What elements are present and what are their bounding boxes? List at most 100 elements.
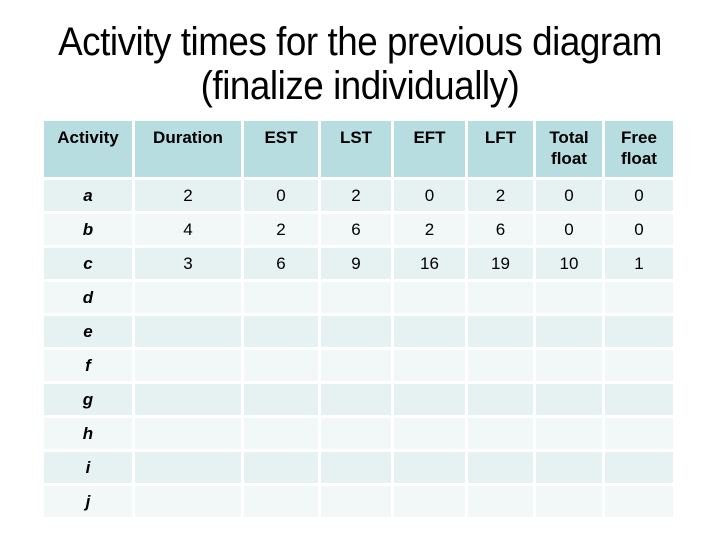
cell-total-float: 0 — [536, 214, 602, 245]
cell-est — [244, 418, 318, 449]
cell-duration — [135, 384, 241, 415]
cell-est — [244, 486, 318, 517]
header-lft: LFT — [468, 121, 533, 177]
table-row: h — [44, 418, 673, 449]
cell-lft — [468, 418, 533, 449]
cell-eft — [394, 452, 465, 483]
cell-duration — [135, 350, 241, 381]
cell-activity: e — [44, 316, 132, 347]
cell-lft: 6 — [468, 214, 533, 245]
table-header-row: Activity Duration EST LST EFT LFT Total … — [44, 121, 673, 177]
cell-eft: 0 — [394, 180, 465, 211]
cell-eft — [394, 316, 465, 347]
cell-est — [244, 282, 318, 313]
cell-total-float — [536, 452, 602, 483]
cell-lft — [468, 316, 533, 347]
cell-eft — [394, 384, 465, 415]
cell-total-float: 10 — [536, 248, 602, 279]
table-row: f — [44, 350, 673, 381]
table-row: j — [44, 486, 673, 517]
cell-duration — [135, 486, 241, 517]
table-row: c 3 6 9 16 19 10 1 — [44, 248, 673, 279]
table-row: b4262600 — [44, 214, 673, 245]
header-activity: Activity — [44, 121, 132, 177]
cell-lft: 2 — [468, 180, 533, 211]
cell-free-float — [605, 282, 673, 313]
cell-eft — [394, 350, 465, 381]
cell-lst: 2 — [321, 180, 391, 211]
cell-duration — [135, 282, 241, 313]
header-est: EST — [244, 121, 318, 177]
title-line-1: Activity times for the previous diagram — [58, 20, 662, 64]
cell-lst — [321, 316, 391, 347]
table-row: i — [44, 452, 673, 483]
cell-activity: g — [44, 384, 132, 415]
cell-free-float — [605, 418, 673, 449]
cell-duration — [135, 316, 241, 347]
cell-eft: 16 — [394, 248, 465, 279]
cell-activity: i — [44, 452, 132, 483]
cell-duration — [135, 418, 241, 449]
cell-activity: c — [44, 248, 132, 279]
table-row: g — [44, 384, 673, 415]
cell-lst — [321, 384, 391, 415]
cell-lst — [321, 282, 391, 313]
cell-activity: f — [44, 350, 132, 381]
cell-total-float — [536, 350, 602, 381]
cell-est: 0 — [244, 180, 318, 211]
cell-duration: 4 — [135, 214, 241, 245]
cell-lst: 6 — [321, 214, 391, 245]
cell-free-float — [605, 316, 673, 347]
cell-duration — [135, 452, 241, 483]
slide-title: Activity times for the previous diagram … — [29, 20, 691, 108]
cell-total-float: 0 — [536, 180, 602, 211]
cell-lst — [321, 486, 391, 517]
cell-free-float — [605, 486, 673, 517]
cell-lst — [321, 452, 391, 483]
header-total-float-text: Total float — [549, 128, 589, 168]
cell-eft: 2 — [394, 214, 465, 245]
cell-total-float — [536, 418, 602, 449]
cell-activity: d — [44, 282, 132, 313]
cell-eft — [394, 418, 465, 449]
cell-total-float — [536, 384, 602, 415]
cell-free-float: 1 — [605, 248, 673, 279]
cell-activity: b — [44, 214, 132, 245]
cell-lft — [468, 350, 533, 381]
header-eft: EFT — [394, 121, 465, 177]
header-free-float-text: Free float — [621, 128, 657, 168]
cell-est — [244, 384, 318, 415]
table-body: a 2 0 2 0 2 0 0 b 4 2 6 2 6 0 0 c 3 6 9 16 19 10 1 d e f g h i j — [44, 180, 673, 517]
cell-total-float — [536, 282, 602, 313]
cell-lft — [468, 282, 533, 313]
table-row: d — [44, 282, 673, 313]
cell-total-float — [536, 486, 602, 517]
cell-lft — [468, 486, 533, 517]
cell-est: 2 — [244, 214, 318, 245]
cell-lst: 9 — [321, 248, 391, 279]
cell-lst — [321, 350, 391, 381]
cell-free-float — [605, 384, 673, 415]
cell-lst — [321, 418, 391, 449]
cell-activity: h — [44, 418, 132, 449]
cell-free-float: 0 — [605, 214, 673, 245]
cell-lft — [468, 452, 533, 483]
cell-est: 6 — [244, 248, 318, 279]
header-free-float: Free float — [605, 121, 673, 177]
header-lst: LST — [321, 121, 391, 177]
cell-free-float — [605, 350, 673, 381]
cell-eft — [394, 282, 465, 313]
cell-lft: 19 — [468, 248, 533, 279]
cell-est — [244, 350, 318, 381]
title-line-2: (finalize individually) — [200, 64, 520, 108]
header-total-float: Total float — [536, 121, 602, 177]
cell-est — [244, 316, 318, 347]
table-row: a2020200 — [44, 180, 673, 211]
cell-free-float: 0 — [605, 180, 673, 211]
cell-duration: 3 — [135, 248, 241, 279]
header-duration: Duration — [135, 121, 241, 177]
cell-activity: a — [44, 180, 132, 211]
cell-lft — [468, 384, 533, 415]
cell-free-float — [605, 452, 673, 483]
cell-duration: 2 — [135, 180, 241, 211]
